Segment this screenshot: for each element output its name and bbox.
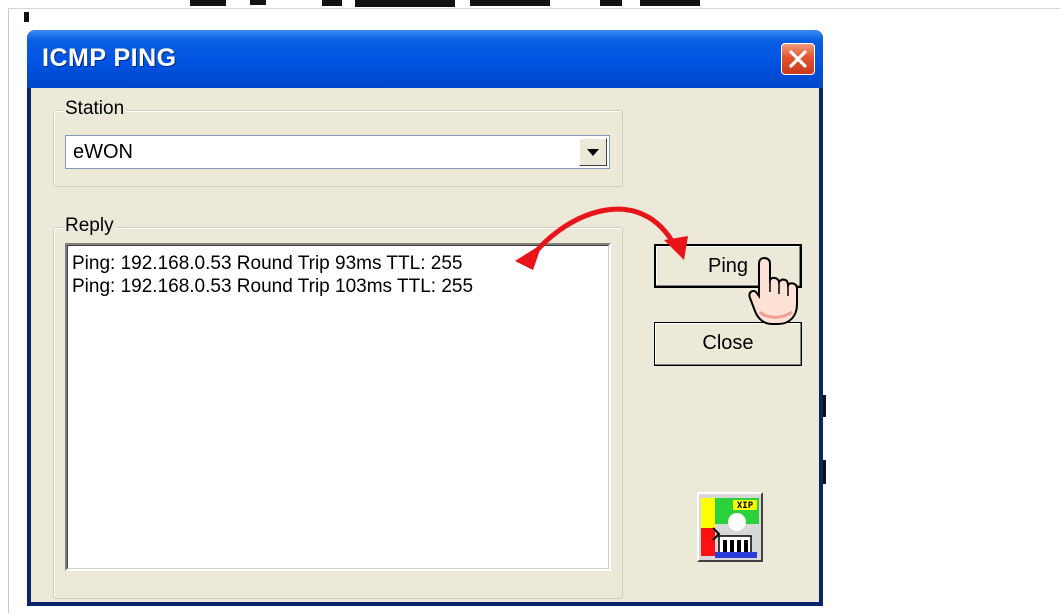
ewon-xip-graphic: XIP	[699, 494, 761, 560]
background-fragment	[470, 0, 550, 6]
background-fragment	[355, 0, 455, 7]
station-dropdown-button[interactable]	[579, 138, 607, 166]
background-fragment	[322, 0, 342, 6]
background-fragment	[640, 0, 700, 6]
station-combobox[interactable]: eWON	[65, 135, 610, 169]
ewon-xip-icon[interactable]: XIP	[697, 492, 763, 562]
dropdown-arrow-icon	[587, 149, 599, 156]
close-button[interactable]: Close	[654, 322, 802, 366]
background-fragment	[250, 0, 266, 5]
close-window-button[interactable]	[781, 43, 815, 75]
reply-list-content: Ping: 192.168.0.53 Round Trip 93ms TTL: …	[67, 245, 609, 569]
background-fragment	[190, 0, 226, 6]
reply-label: Reply	[63, 215, 116, 237]
background-fragment	[823, 395, 826, 417]
title-bar[interactable]: ICMP PING	[27, 30, 823, 88]
reply-line: Ping: 192.168.0.53 Round Trip 93ms TTL: …	[72, 253, 463, 274]
station-label: Station	[63, 98, 127, 120]
background-fragment	[600, 0, 622, 6]
background-fragment	[823, 460, 826, 484]
background-fragment	[24, 12, 29, 22]
close-icon	[789, 50, 807, 68]
reply-listbox[interactable]: Ping: 192.168.0.53 Round Trip 93ms TTL: …	[65, 243, 611, 571]
dialog-title: ICMP PING	[42, 44, 177, 72]
station-selected-value: eWON	[73, 141, 133, 163]
svg-text:XIP: XIP	[737, 501, 754, 511]
reply-line: Ping: 192.168.0.53 Round Trip 103ms TTL:…	[72, 276, 474, 297]
ping-button[interactable]: Ping	[654, 244, 802, 288]
